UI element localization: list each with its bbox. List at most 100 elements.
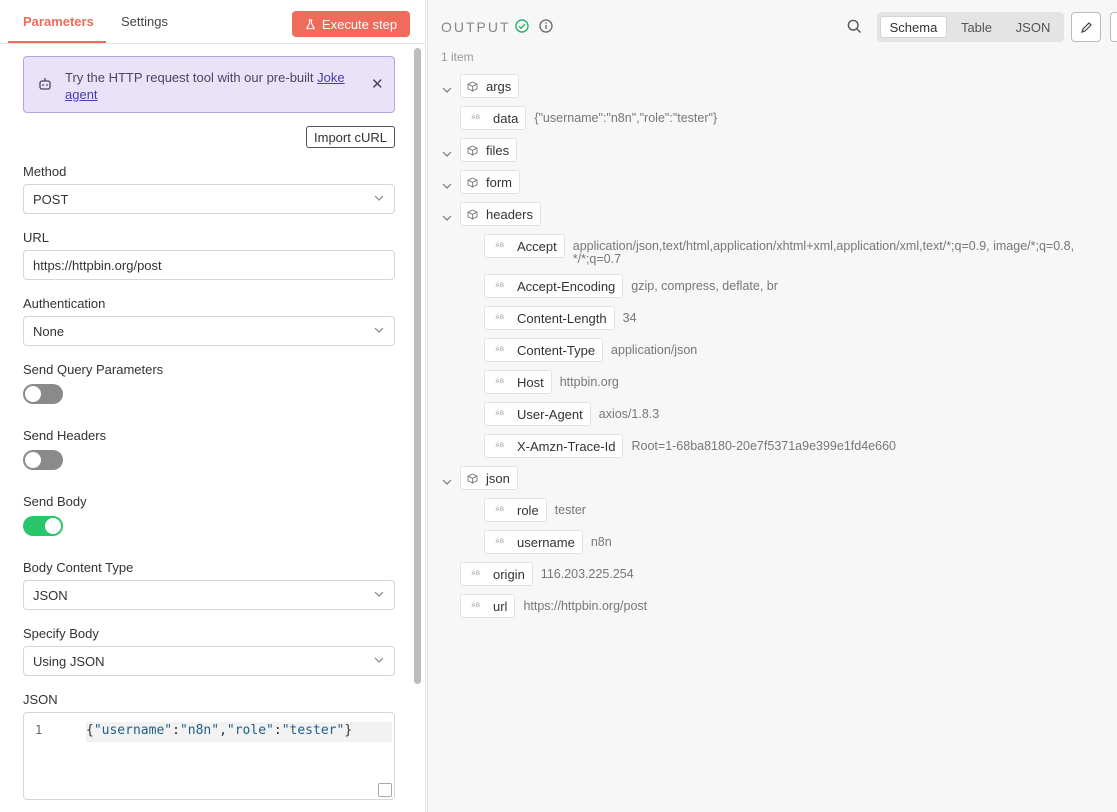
schema-key-label: role bbox=[517, 502, 539, 518]
schema-key-pill[interactable]: AB Content-Type bbox=[484, 338, 604, 362]
schema-key-label: X-Amzn-Trace-Id bbox=[517, 438, 616, 454]
schema-key-pill[interactable]: json bbox=[460, 466, 518, 490]
schema-key-pill[interactable]: AB Accept-Encoding bbox=[484, 274, 624, 298]
object-cube-icon bbox=[467, 144, 478, 156]
object-cube-icon bbox=[467, 80, 478, 92]
send-headers-label: Send Headers bbox=[23, 428, 107, 443]
schema-row-username: AB username n8n bbox=[484, 530, 612, 554]
edit-output-button[interactable] bbox=[1071, 12, 1101, 42]
search-icon[interactable] bbox=[847, 19, 862, 34]
schema-key-label: User-Agent bbox=[517, 406, 583, 422]
schema-value: application/json bbox=[611, 343, 698, 357]
send-query-label: Send Query Parameters bbox=[23, 362, 164, 377]
chevron-down-icon[interactable] bbox=[442, 81, 452, 96]
schema-value: 34 bbox=[622, 311, 637, 325]
info-icon[interactable] bbox=[539, 19, 553, 33]
schema-key-label: Host bbox=[517, 374, 544, 390]
schema-key-label: Content-Length bbox=[517, 310, 607, 326]
view-table-button[interactable]: Table bbox=[949, 16, 1004, 38]
send-body-toggle[interactable] bbox=[23, 516, 63, 536]
panel-scrollbar[interactable] bbox=[414, 48, 421, 684]
view-schema-button[interactable]: Schema bbox=[880, 16, 947, 38]
string-type-icon: AB bbox=[495, 507, 505, 513]
specify-body-select[interactable]: Using JSON bbox=[23, 646, 395, 676]
schema-value: application/json,text/html,application/x… bbox=[572, 239, 1075, 266]
schema-key-label: data bbox=[493, 110, 519, 126]
execute-step-label: Execute step bbox=[321, 16, 398, 32]
schema-key-pill[interactable]: AB Accept bbox=[484, 234, 565, 258]
tab-parameters[interactable]: Parameters bbox=[23, 14, 94, 29]
schema-key-pill[interactable]: AB role bbox=[484, 498, 547, 522]
schema-value: httpbin.org bbox=[559, 375, 619, 389]
body-content-type-select[interactable]: JSON bbox=[23, 580, 395, 610]
chevron-down-icon bbox=[374, 195, 384, 201]
schema-value: {"username":"n8n","role":"tester"} bbox=[534, 111, 718, 125]
schema-row-json: json bbox=[442, 466, 518, 490]
toggle-knob bbox=[25, 452, 41, 468]
schema-value: 116.203.225.254 bbox=[540, 567, 634, 581]
schema-key-pill[interactable]: AB origin bbox=[460, 562, 533, 586]
schema-value: Root=1-68ba8180-20e7f5371a9e399e1fd4e660 bbox=[631, 439, 896, 453]
schema-key-pill[interactable]: AB username bbox=[484, 530, 583, 554]
chevron-down-icon bbox=[374, 657, 384, 663]
schema-key-pill[interactable]: headers bbox=[460, 202, 541, 226]
schema-value: gzip, compress, deflate, br bbox=[631, 279, 778, 293]
schema-key-pill[interactable]: AB User-Agent bbox=[484, 402, 591, 426]
chevron-down-icon[interactable] bbox=[442, 177, 452, 192]
string-type-icon: AB bbox=[495, 283, 505, 289]
import-curl-button[interactable]: Import cURL bbox=[306, 126, 395, 148]
schema-row-args: args bbox=[442, 74, 520, 98]
string-type-icon: AB bbox=[495, 347, 505, 353]
send-headers-toggle[interactable] bbox=[23, 450, 63, 470]
toggle-knob bbox=[45, 518, 61, 534]
schema-value: https://httpbin.org/post bbox=[523, 599, 648, 613]
schema-row-url: AB url https://httpbin.org/post bbox=[460, 594, 647, 618]
authentication-select[interactable]: None bbox=[23, 316, 395, 346]
schema-key-label: files bbox=[486, 142, 510, 158]
schema-key-pill[interactable]: AB Content-Length bbox=[484, 306, 615, 330]
schema-key-label: args bbox=[486, 78, 512, 94]
method-select[interactable]: POST bbox=[23, 184, 395, 214]
chevron-down-icon[interactable] bbox=[442, 209, 452, 224]
tab-settings[interactable]: Settings bbox=[121, 14, 168, 29]
schema-row-host: AB Host httpbin.org bbox=[484, 370, 619, 394]
resize-handle-icon[interactable] bbox=[378, 783, 392, 797]
json-code-editor[interactable]: 1 {"username":"n8n","role":"tester"} bbox=[23, 712, 395, 800]
output-panel: OUTPUT 1 item Schema Table JSON args AB da… bbox=[427, 0, 1117, 812]
schema-key-pill[interactable]: args bbox=[460, 74, 520, 98]
schema-key-label: Accept-Encoding bbox=[517, 278, 616, 294]
specify-body-label: Specify Body bbox=[23, 626, 99, 641]
specify-body-value: Using JSON bbox=[33, 653, 105, 669]
schema-row-accept-encoding: AB Accept-Encoding gzip, compress, deflate… bbox=[484, 274, 778, 298]
schema-key-pill[interactable]: AB data bbox=[460, 106, 527, 130]
more-options-button[interactable] bbox=[1110, 12, 1117, 42]
schema-row-origin: AB origin 116.203.225.254 bbox=[460, 562, 634, 586]
schema-key-pill[interactable]: files bbox=[460, 138, 518, 162]
view-json-button[interactable]: JSON bbox=[1005, 16, 1061, 38]
schema-value: tester bbox=[554, 503, 586, 517]
url-input[interactable]: https://httpbin.org/post bbox=[23, 250, 395, 280]
schema-key-pill[interactable]: AB Host bbox=[484, 370, 552, 394]
schema-key-pill[interactable]: AB url bbox=[460, 594, 516, 618]
schema-key-pill[interactable]: AB X-Amzn-Trace-Id bbox=[484, 434, 624, 458]
schema-key-label: url bbox=[493, 598, 508, 614]
object-cube-icon bbox=[467, 176, 478, 188]
chevron-down-icon[interactable] bbox=[442, 473, 452, 488]
send-body-label: Send Body bbox=[23, 494, 87, 509]
schema-key-label: headers bbox=[486, 206, 533, 222]
string-type-icon: AB bbox=[471, 115, 481, 121]
chevron-down-icon bbox=[374, 591, 384, 597]
panel-tabs: Parameters Settings Execute step bbox=[0, 0, 426, 44]
robot-icon bbox=[39, 78, 51, 90]
line-number: 1 bbox=[35, 723, 43, 737]
close-icon[interactable]: ✕ bbox=[371, 75, 384, 93]
schema-row-user-agent: AB User-Agent axios/1.8.3 bbox=[484, 402, 659, 426]
callout-text: Try the HTTP request tool with our pre-b… bbox=[65, 69, 355, 103]
chevron-down-icon[interactable] bbox=[442, 145, 452, 160]
active-tab-indicator bbox=[8, 41, 106, 43]
send-query-toggle[interactable] bbox=[23, 384, 63, 404]
pencil-icon bbox=[1080, 21, 1092, 33]
schema-row-data: AB data {"username":"n8n","role":"tester"} bbox=[460, 106, 717, 130]
execute-step-button[interactable]: Execute step bbox=[292, 11, 410, 37]
schema-key-pill[interactable]: form bbox=[460, 170, 520, 194]
